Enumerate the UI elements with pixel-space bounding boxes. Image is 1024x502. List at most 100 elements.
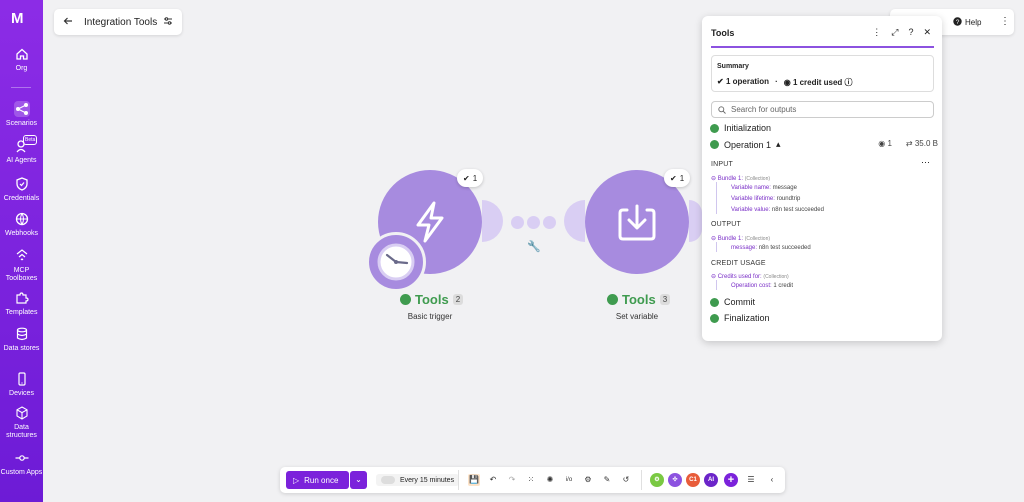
success-check-icon	[710, 297, 719, 307]
flow-control-icon[interactable]: ✣	[668, 473, 682, 487]
beta-badge: Beta	[23, 135, 38, 145]
more-options-icon[interactable]: ⋮	[1000, 16, 1010, 27]
node-app-name: Tools	[622, 292, 656, 307]
connection-dot[interactable]	[527, 216, 540, 229]
node-title: Tools 3	[607, 292, 671, 307]
operations-badge[interactable]: ✔ 1	[664, 169, 691, 187]
sidebar-item-data-structures[interactable]: Data structures	[0, 405, 43, 440]
scenario-title[interactable]: Integration Tools	[84, 17, 163, 28]
sidebar-item-label: Webhooks	[5, 230, 38, 237]
io-icon[interactable]: i/o	[563, 474, 575, 486]
sidebar-item-templates[interactable]: Templates	[0, 290, 43, 317]
success-check-icon	[710, 123, 719, 133]
help-icon[interactable]: ?	[908, 27, 913, 38]
node-connector-right[interactable]	[689, 200, 702, 242]
operation-stats: ◉ 1 ⇄ 35.0 B	[878, 139, 938, 148]
credits-summary: ◉ 1 credit used ⓘ	[783, 78, 853, 87]
credits-used-for[interactable]: ⊖ Credits used for: (Collection)	[711, 273, 789, 280]
sidebar-item-data-stores[interactable]: Data stores	[0, 326, 43, 353]
make-logo[interactable]: M	[11, 10, 31, 27]
tree-line	[716, 280, 717, 290]
settings-icon[interactable]: ⚙	[582, 474, 594, 486]
ai-app-icon[interactable]: AI	[704, 473, 718, 487]
settings-sliders-icon[interactable]	[163, 16, 173, 29]
sidebar-item-custom-apps[interactable]: Custom Apps	[0, 450, 43, 477]
double-check-icon: ✔	[670, 173, 677, 183]
auto-align-icon[interactable]: ✺	[544, 474, 556, 486]
back-arrow-icon[interactable]	[63, 16, 73, 29]
output-search-input[interactable]: Search for outputs	[711, 101, 934, 118]
collapse-caret-icon[interactable]: ▴	[776, 139, 781, 150]
operations-count: 1	[679, 173, 685, 183]
operations-count: 1	[472, 173, 478, 183]
node-label: Basic trigger	[407, 312, 453, 321]
step-operation[interactable]: Operation 1 ▴	[710, 139, 781, 150]
double-check-icon: ✔	[463, 173, 470, 183]
sidebar-item-label: Templates	[5, 309, 38, 316]
summary-row: ✔ 1 operation · ◉ 1 credit used ⓘ	[717, 77, 853, 88]
input-heading: INPUT	[711, 161, 733, 168]
node-title: Tools 2	[400, 292, 464, 307]
run-once-button[interactable]: ▷ Run once	[286, 471, 349, 489]
sidebar-item-label: Org	[15, 65, 28, 72]
run-options-dropdown[interactable]: ⌄	[350, 471, 367, 489]
close-icon[interactable]: ✕	[923, 27, 931, 38]
success-check-icon	[710, 313, 719, 323]
more-options-icon[interactable]: ⋮	[872, 27, 881, 38]
module-list-icon[interactable]: ☰	[745, 474, 757, 486]
separator: ·	[775, 77, 778, 86]
scenario-header: Integration Tools	[54, 9, 182, 35]
notes-icon[interactable]: ✎	[601, 474, 613, 486]
undo-icon[interactable]: ↶	[487, 474, 499, 486]
sidebar-item-mcp-toolboxes[interactable]: MCP Toolboxes	[0, 248, 43, 283]
sidebar-item-credentials[interactable]: Credentials	[0, 176, 43, 203]
input-bundle[interactable]: ⊖ Bundle 1: (Collection)	[711, 175, 770, 182]
output-bundle[interactable]: ⊖ Bundle 1: (Collection)	[711, 235, 770, 242]
gear-app-icon[interactable]: ⚙	[650, 473, 664, 487]
toolbar-divider	[641, 470, 642, 490]
sidebar-item-ai-agents[interactable]: Beta AI Agents	[0, 135, 43, 165]
success-check-icon	[607, 294, 618, 305]
node-connector-left[interactable]	[564, 200, 585, 242]
phone-icon	[14, 371, 30, 387]
node-connector-right[interactable]	[482, 200, 503, 242]
more-options-icon[interactable]: ⋯	[921, 157, 930, 168]
sidebar-item-label: MCP Toolboxes	[5, 267, 38, 282]
grid-icon[interactable]: ⁙	[525, 474, 537, 486]
schedule-clock-badge[interactable]	[366, 232, 426, 292]
home-icon	[14, 46, 30, 62]
collapse-toolbar-icon[interactable]: ‹	[766, 474, 778, 486]
sidebar-item-scenarios[interactable]: Scenarios	[0, 101, 43, 128]
step-initialization[interactable]: Initialization	[710, 123, 771, 133]
add-module-icon[interactable]: +	[724, 473, 738, 487]
wrench-icon[interactable]: 🔧	[527, 240, 541, 253]
connection-dot[interactable]	[543, 216, 556, 229]
sidebar-item-org[interactable]: Org	[0, 46, 43, 73]
sidebar-item-webhooks[interactable]: Webhooks	[0, 211, 43, 238]
help-link[interactable]: Help	[965, 18, 981, 27]
share-icon	[13, 101, 30, 117]
operations-badge[interactable]: ✔ 1	[457, 169, 484, 187]
schedule-setting[interactable]: Every 15 minutes	[376, 474, 460, 486]
step-commit[interactable]: Commit	[710, 297, 755, 307]
sidebar-item-label: Devices	[9, 390, 34, 397]
help-icon[interactable]: ?	[953, 17, 962, 26]
credit-usage-heading: CREDIT USAGE	[711, 260, 766, 267]
redo-icon[interactable]: ↷	[506, 474, 518, 486]
step-finalization[interactable]: Finalization	[710, 313, 770, 323]
sidebar-item-devices[interactable]: Devices	[0, 371, 43, 398]
database-icon	[14, 326, 30, 342]
sidebar-item-label: Scenarios	[5, 120, 38, 127]
execution-output-panel: Tools ⋮ ⤢ ? ✕ Summary ✔ 1 operation · ◉ …	[702, 16, 942, 341]
data-size: ⇄ 35.0 B	[905, 139, 938, 148]
operations-summary: ✔ 1 operation	[717, 77, 770, 86]
c1-app-icon[interactable]: C1	[686, 473, 700, 487]
connection-dot[interactable]	[511, 216, 524, 229]
history-icon[interactable]: ↺	[620, 474, 632, 486]
summary-box: Summary ✔ 1 operation · ◉ 1 credit used …	[711, 55, 934, 92]
save-icon[interactable]: 💾	[468, 474, 480, 486]
schedule-label: Every 15 minutes	[400, 476, 455, 484]
sidebar-divider	[11, 87, 31, 88]
schedule-toggle[interactable]	[381, 476, 395, 484]
expand-icon[interactable]: ⤢	[891, 27, 898, 38]
